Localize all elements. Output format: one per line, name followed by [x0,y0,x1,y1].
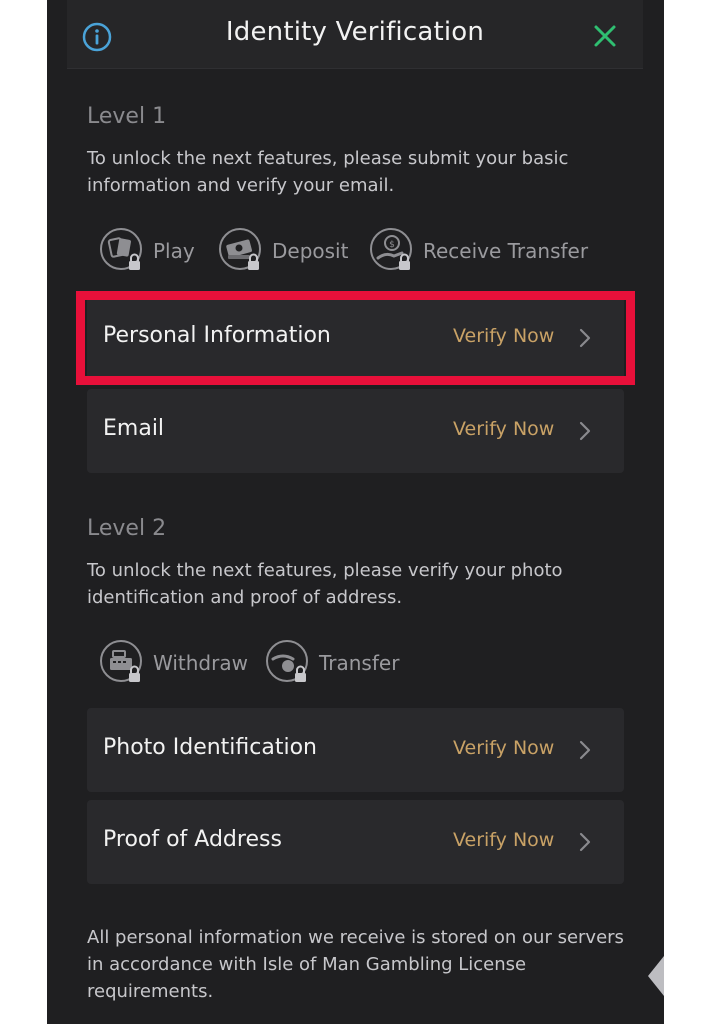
row-label: Personal Information [103,323,331,348]
verification-panel: Identity Verification Level 1 To unlock … [47,0,664,1024]
verify-now-link[interactable]: Verify Now [453,418,554,440]
scroll-handle[interactable] [648,956,664,996]
proof-of-address-row[interactable]: Proof of Address Verify Now [87,800,624,884]
chevron-right-icon [579,832,591,852]
verify-now-link[interactable]: Verify Now [453,737,554,759]
feature-transfer: Transfer [265,638,399,688]
level-2-description: To unlock the next features, please veri… [87,560,563,608]
chevron-right-icon [579,328,591,348]
level-1-features: Play Deposit $ Receive Transfer [87,226,607,276]
register-lock-icon [99,639,147,687]
feature-label: Play [153,239,195,263]
svg-text:$: $ [389,240,395,250]
feature-deposit: Deposit [218,226,348,276]
feature-play: Play [99,226,195,276]
verify-now-link[interactable]: Verify Now [453,325,554,347]
chevron-right-icon [579,740,591,760]
header-bar: Identity Verification [67,0,643,69]
row-label: Email [103,416,165,441]
close-icon[interactable] [590,21,620,51]
personal-information-row[interactable]: Personal Information Verify Now [87,296,624,380]
level-1-description: To unlock the next features, please subm… [87,148,569,196]
chevron-right-icon [579,421,591,441]
level-1-title: Level 1 [87,104,167,129]
privacy-notice: All personal information we receive is s… [87,927,624,1002]
verify-now-link[interactable]: Verify Now [453,829,554,851]
photo-identification-row[interactable]: Photo Identification Verify Now [87,708,624,792]
feature-label: Deposit [272,239,349,263]
feature-withdraw: Withdraw [99,638,248,688]
row-label: Photo Identification [103,735,317,760]
cards-lock-icon [99,227,147,275]
page-title: Identity Verification [225,17,485,47]
email-row[interactable]: Email Verify Now [87,389,624,473]
feature-label: Receive Transfer [423,239,589,263]
money-lock-icon [218,227,266,275]
coin-hand-lock-icon: $ [369,227,417,275]
feature-receive-transfer: $ Receive Transfer [369,226,588,276]
row-label: Proof of Address [103,827,282,852]
feature-label: Withdraw [153,651,248,675]
level-2-features: Withdraw Transfer [87,638,487,688]
coin-give-lock-icon [265,639,313,687]
level-2-title: Level 2 [87,516,167,541]
feature-label: Transfer [319,651,400,675]
